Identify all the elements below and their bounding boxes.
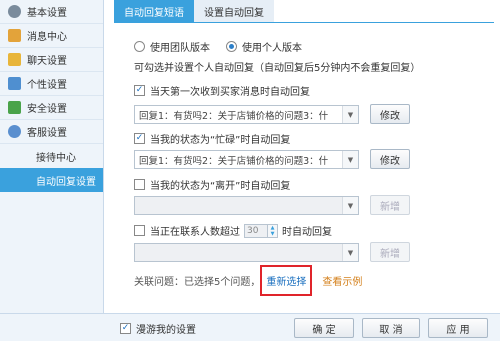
sidebar-subitem-label: 接待中心 <box>36 152 76 164</box>
chevron-down-icon: ▼ <box>342 151 358 168</box>
tab-label: 自动回复短语 <box>124 7 184 19</box>
settings-sidebar: 基本设置 消息中心 聊天设置 个性设置 安全设置 客服设置 接待中心 自动回复设… <box>0 0 104 313</box>
contact-count-stepper[interactable]: 30 ▲ ▼ <box>244 223 278 238</box>
rule-contact-limit-add-button[interactable]: 新增 <box>370 242 410 262</box>
rule-contact-limit-label-before: 当正在联系人数超过 <box>150 227 240 238</box>
sidebar-item-label: 消息中心 <box>27 32 67 43</box>
rule-busy-checkbox[interactable]: ✓ <box>134 133 145 144</box>
tab-auto-reply-phrases[interactable]: 自动回复短语 <box>114 0 194 22</box>
sidebar-item-security[interactable]: 安全设置 <box>0 96 103 120</box>
rule-busy-status: ✓ 当我的状态为“忙碌”时自动回复 <box>134 131 290 146</box>
reselect-highlight: 重新选择 <box>260 265 313 296</box>
rule-contact-limit-select[interactable]: ▼ <box>134 243 359 262</box>
cancel-button[interactable]: 取 消 <box>362 318 420 338</box>
tab-set-auto-reply[interactable]: 设置自动回复 <box>194 0 274 22</box>
button-label: 应 用 <box>446 324 470 336</box>
select-value: 回复1：有货吗2：关于店铺价格的问题3：什 <box>139 110 329 122</box>
rule-first-message-edit-button[interactable]: 修改 <box>370 104 410 124</box>
rule-contact-limit-label-after: 时自动回复 <box>282 227 332 238</box>
button-label: 取 消 <box>379 324 403 336</box>
rule-first-message: ✓ 当天第一次收到买家消息时自动回复 <box>134 83 310 98</box>
button-label: 确 定 <box>312 324 336 336</box>
sidebar-item-label: 安全设置 <box>27 104 67 115</box>
sidebar-item-personal[interactable]: 个性设置 <box>0 72 103 96</box>
related-questions: 关联问题：已选择5个问题， 重新选择 查看示例 <box>134 265 362 296</box>
rule-first-message-label: 当天第一次收到买家消息时自动回复 <box>150 87 310 98</box>
chevron-down-icon: ▼ <box>342 244 358 261</box>
hint-label: 可勾选并设置个人自动回复（自动回复后5分钟内不会重复回复） <box>134 63 421 74</box>
chevron-down-icon: ▼ <box>342 106 358 123</box>
dialog-footer: ✓ 漫游我的设置 确 定 取 消 应 用 <box>0 313 500 341</box>
chevron-down-icon: ▼ <box>342 197 358 214</box>
gear-icon <box>8 5 21 18</box>
rule-first-message-select[interactable]: 回复1：有货吗2：关于店铺价格的问题3：什 ▼ <box>134 105 359 124</box>
sidebar-item-label: 聊天设置 <box>27 56 67 67</box>
rule-first-message-checkbox[interactable]: ✓ <box>134 85 145 96</box>
rule-away-label: 当我的状态为“离开”时自动回复 <box>150 181 291 192</box>
sidebar-item-label: 个性设置 <box>27 80 67 91</box>
personal-version-label: 使用个人版本 <box>242 43 302 54</box>
rule-busy-select[interactable]: 回复1：有货吗2：关于店铺价格的问题3：什 ▼ <box>134 150 359 169</box>
rule-contact-limit-checkbox[interactable] <box>134 225 145 236</box>
rule-contact-limit: 当正在联系人数超过 30 ▲ ▼ 时自动回复 <box>134 223 332 238</box>
ok-button[interactable]: 确 定 <box>294 318 354 338</box>
tab-label: 设置自动回复 <box>204 7 264 19</box>
button-label: 修改 <box>380 155 400 167</box>
sidebar-item-message-center[interactable]: 消息中心 <box>0 24 103 48</box>
version-options: 使用团队版本 使用个人版本 <box>134 39 302 54</box>
tab-bar: 自动回复短语 设置自动回复 <box>114 0 274 22</box>
rule-away-status: 当我的状态为“离开”时自动回复 <box>134 177 290 192</box>
roam-settings-label: 漫游我的设置 <box>136 325 196 336</box>
auto-reply-panel: 使用团队版本 使用个人版本 可勾选并设置个人自动回复（自动回复后5分钟内不会重复… <box>114 22 494 313</box>
sidebar-subitem-auto-reply[interactable]: 自动回复设置 <box>0 168 103 192</box>
roam-settings: ✓ 漫游我的设置 <box>120 321 196 336</box>
stepper-arrows[interactable]: ▲ ▼ <box>268 223 278 238</box>
sidebar-item-chat[interactable]: 聊天设置 <box>0 48 103 72</box>
button-label: 新增 <box>380 248 400 260</box>
button-label: 新增 <box>380 201 400 213</box>
shield-icon <box>8 101 21 114</box>
sidebar-subitem-label: 自动回复设置 <box>36 176 96 188</box>
mail-icon <box>8 29 21 42</box>
chevron-down-icon[interactable]: ▼ <box>271 231 275 237</box>
related-questions-text: 关联问题：已选择5个问题， <box>134 277 261 288</box>
apply-button[interactable]: 应 用 <box>428 318 488 338</box>
hint-text: 可勾选并设置个人自动回复（自动回复后5分钟内不会重复回复） <box>134 59 420 74</box>
palette-icon <box>8 77 21 90</box>
sidebar-item-label: 客服设置 <box>27 128 67 139</box>
sidebar-subitem-reception[interactable]: 接待中心 <box>0 144 103 168</box>
select-value: 回复1：有货吗2：关于店铺价格的问题3：什 <box>139 155 329 167</box>
personal-version-radio[interactable] <box>226 41 237 52</box>
team-version-label: 使用团队版本 <box>150 43 210 54</box>
service-icon <box>8 125 21 138</box>
roam-settings-checkbox[interactable]: ✓ <box>120 323 131 334</box>
rule-busy-label: 当我的状态为“忙碌”时自动回复 <box>150 135 291 146</box>
rule-away-checkbox[interactable] <box>134 179 145 190</box>
rule-busy-edit-button[interactable]: 修改 <box>370 149 410 169</box>
view-example-link[interactable]: 查看示例 <box>322 273 362 288</box>
reselect-link[interactable]: 重新选择 <box>266 277 306 288</box>
rule-away-add-button[interactable]: 新增 <box>370 195 410 215</box>
sidebar-item-label: 基本设置 <box>27 8 67 19</box>
contact-count-value[interactable]: 30 <box>244 223 268 238</box>
sidebar-item-basic[interactable]: 基本设置 <box>0 0 103 24</box>
team-version-radio[interactable] <box>134 41 145 52</box>
rule-away-select[interactable]: ▼ <box>134 196 359 215</box>
sidebar-item-customer-service[interactable]: 客服设置 <box>0 120 103 144</box>
chat-icon <box>8 53 21 66</box>
button-label: 修改 <box>380 110 400 122</box>
